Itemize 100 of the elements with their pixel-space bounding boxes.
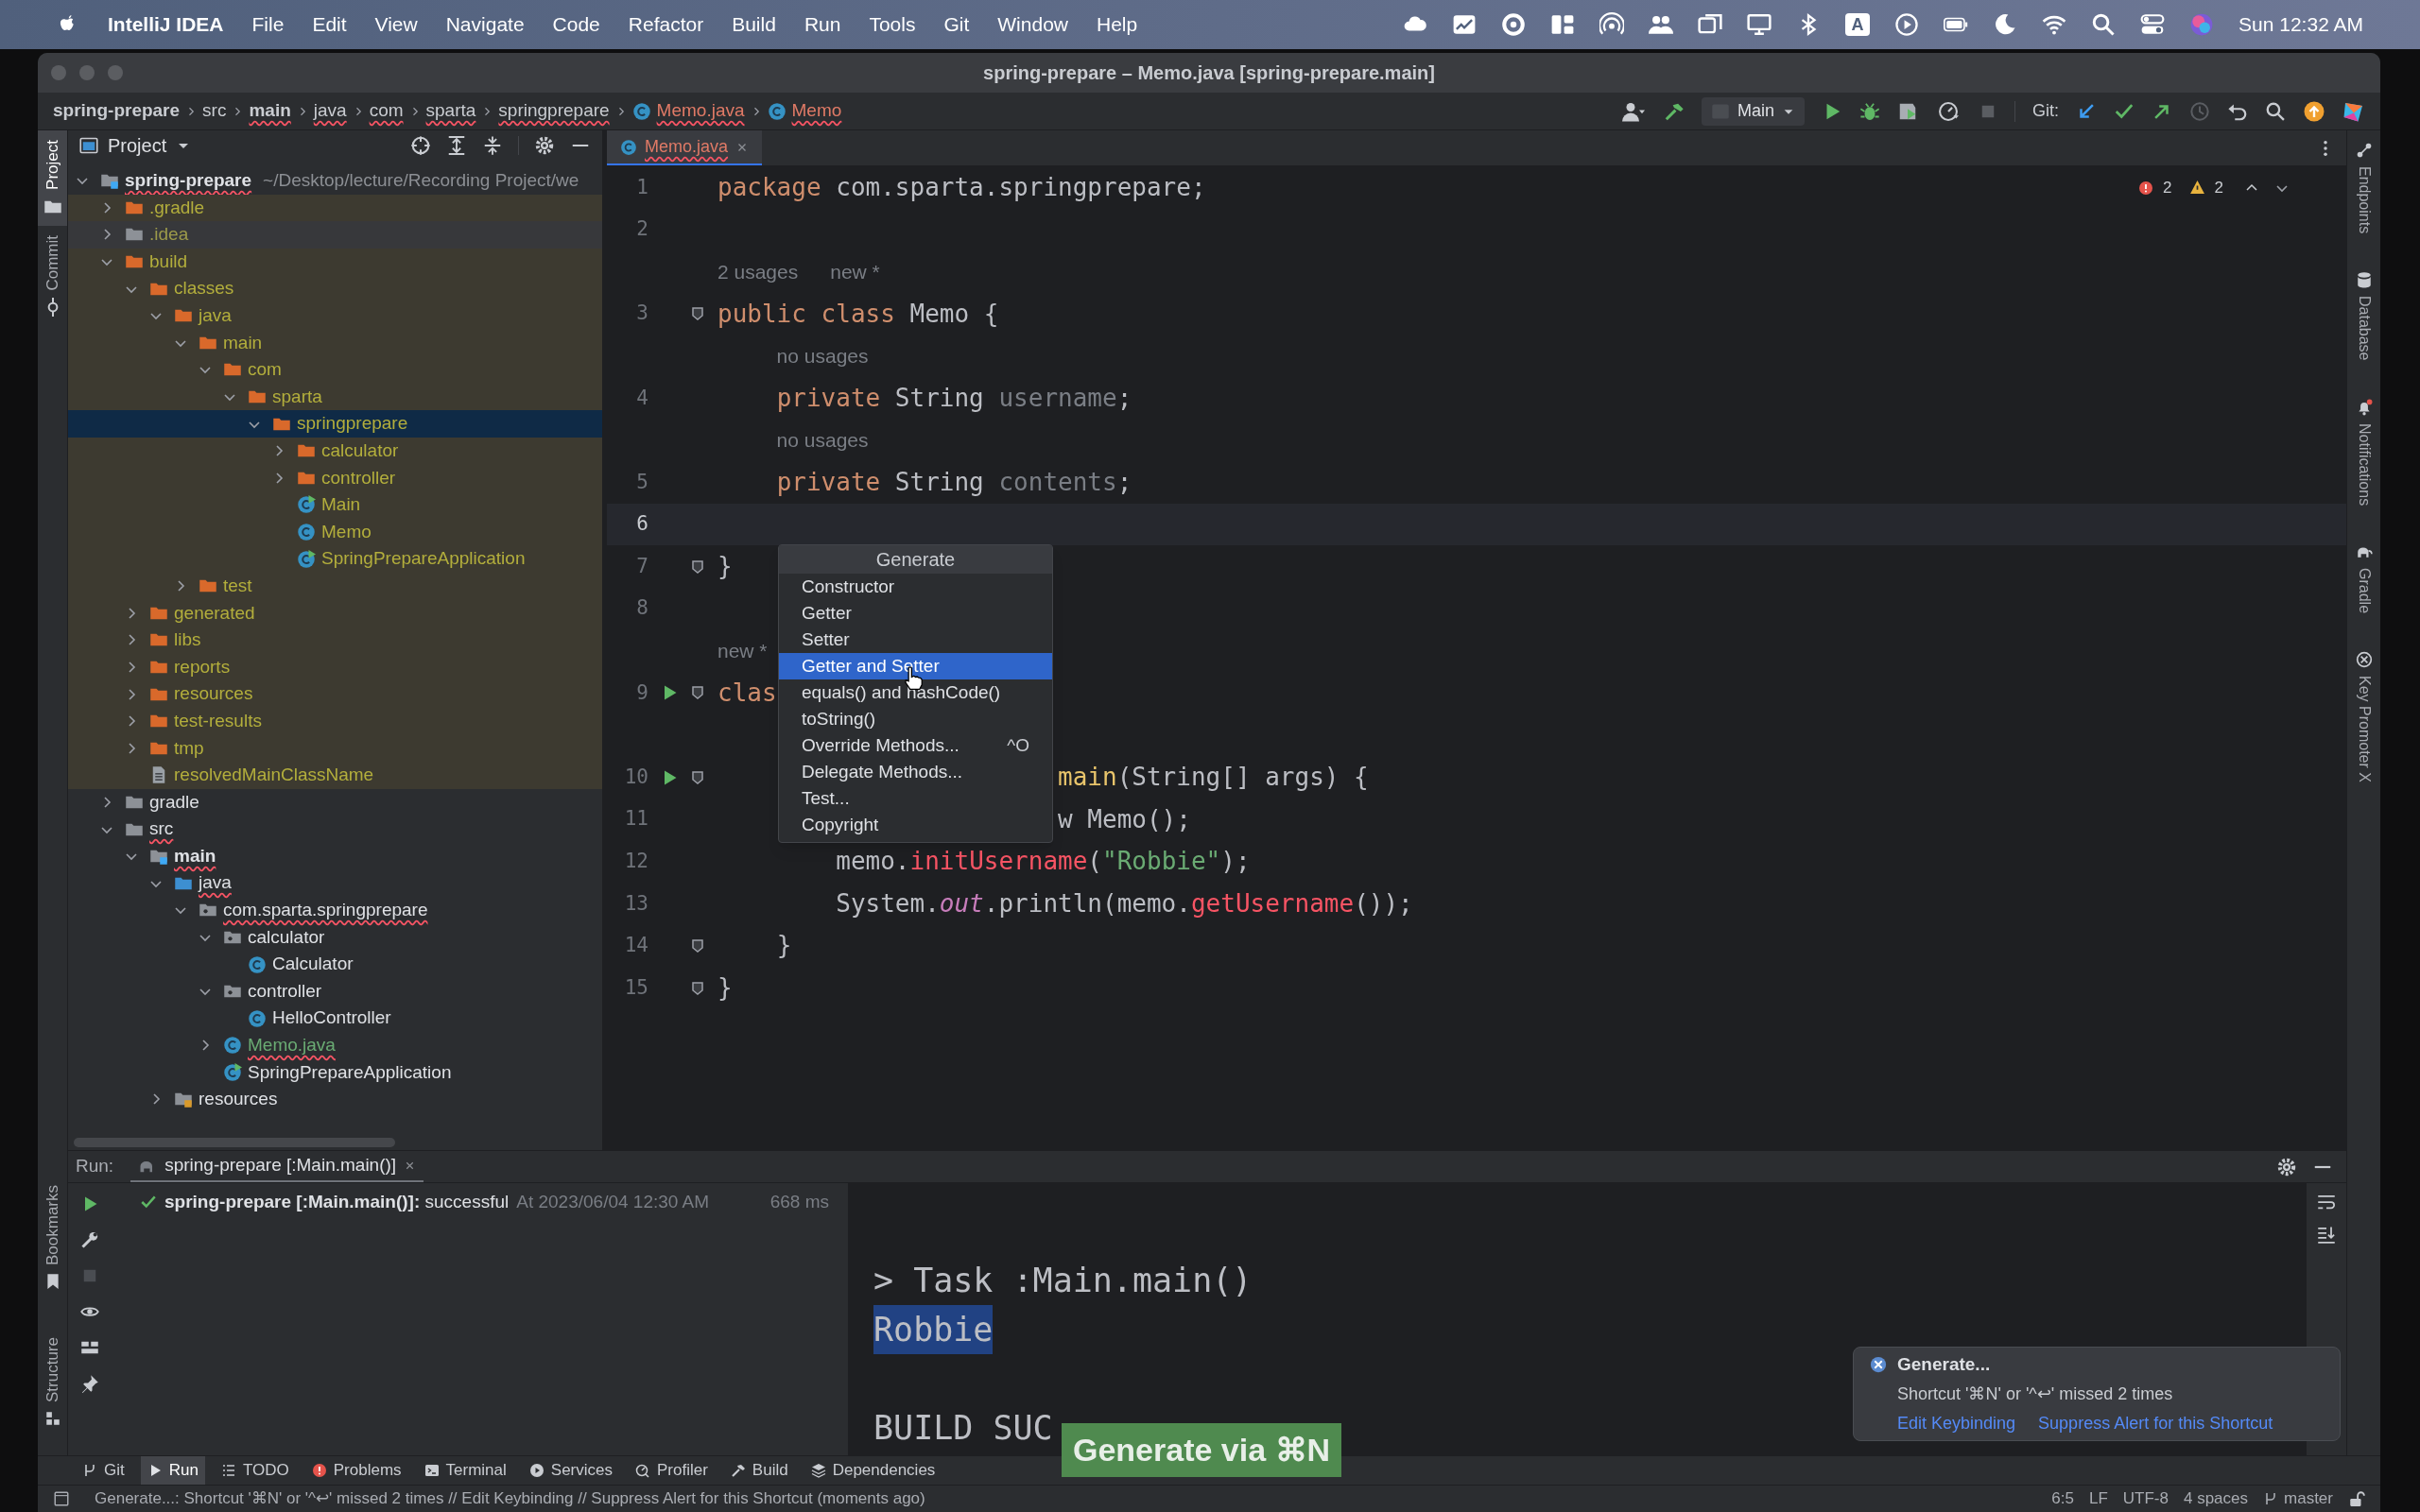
- line-separator[interactable]: LF: [2088, 1486, 2108, 1511]
- tool-window-tab[interactable]: Endpoints: [2352, 142, 2376, 234]
- popup-item[interactable]: Constructor: [779, 574, 1052, 600]
- popup-item[interactable]: Getter and Setter: [779, 653, 1052, 679]
- usage-hint[interactable]: no usages: [776, 425, 869, 455]
- search-icon[interactable]: [2265, 100, 2286, 122]
- tool-window-tab[interactable]: Commit: [38, 225, 67, 327]
- tool-window-button[interactable]: Problems: [304, 1456, 408, 1485]
- collapse-all-icon[interactable]: [482, 135, 503, 156]
- popup-item[interactable]: Override Methods... ^O: [779, 732, 1052, 759]
- tree-item[interactable]: .gradle: [68, 194, 602, 222]
- tree-item[interactable]: springprepare: [68, 410, 602, 438]
- popup-item[interactable]: toString(): [779, 706, 1052, 732]
- notification-link[interactable]: Edit Keybinding: [1897, 1411, 2016, 1437]
- tree-item[interactable]: test: [68, 572, 602, 600]
- panels-icon[interactable]: [1550, 12, 1576, 37]
- broadcast-icon[interactable]: [1599, 12, 1625, 37]
- tool-window-tab[interactable]: Structure: [38, 1328, 67, 1436]
- menu-item[interactable]: Code: [552, 9, 600, 40]
- toggles-icon[interactable]: [2140, 12, 2166, 37]
- tree-item[interactable]: Calculator: [68, 951, 602, 978]
- tool-window-button[interactable]: Profiler: [629, 1456, 715, 1485]
- tool-window-button[interactable]: Run: [140, 1456, 205, 1485]
- popup-item[interactable]: Getter: [779, 600, 1052, 627]
- tree-item[interactable]: src: [68, 816, 602, 843]
- tree-item[interactable]: controller: [68, 464, 602, 492]
- expand-all-icon[interactable]: [446, 135, 467, 156]
- tree-item[interactable]: tmp: [68, 734, 602, 763]
- menu-item[interactable]: Git: [943, 9, 970, 40]
- menu-item[interactable]: Edit: [312, 9, 347, 40]
- usage-hint[interactable]: 2 usages: [717, 256, 799, 287]
- tool-window-button[interactable]: Dependencies: [804, 1456, 942, 1485]
- tree-item[interactable]: sparta: [68, 383, 602, 411]
- search-icon[interactable]: [2091, 12, 2117, 37]
- run-tab[interactable]: spring-prepare [:Main.main()]: [130, 1151, 424, 1182]
- usage-hint[interactable]: new *: [830, 256, 880, 287]
- popup-item[interactable]: equals() and hashCode(): [779, 679, 1052, 706]
- breadcrumb[interactable]: Memo.java: [656, 97, 745, 125]
- tree-item[interactable]: main: [68, 329, 602, 357]
- breadcrumb[interactable]: com: [369, 97, 404, 125]
- project-view-dropdown[interactable]: Project: [79, 131, 192, 160]
- play-circle-icon[interactable]: [1894, 12, 1920, 37]
- pin-icon[interactable]: [80, 1374, 99, 1393]
- tree-item[interactable]: resources: [68, 680, 602, 708]
- run-configuration-dropdown[interactable]: Main: [1701, 96, 1805, 126]
- tree-item[interactable]: Main: [68, 491, 602, 519]
- tree-item[interactable]: java: [68, 869, 602, 898]
- soft-wrap-icon[interactable]: [2317, 1193, 2336, 1211]
- settings-icon[interactable]: [2276, 1156, 2297, 1177]
- menu-item[interactable]: Window: [997, 9, 1068, 40]
- tree-item[interactable]: gradle: [68, 788, 602, 816]
- tree-item[interactable]: reports: [68, 653, 602, 681]
- tree-item[interactable]: SpringPrepareApplication: [68, 1058, 602, 1087]
- scroll-to-end-icon[interactable]: [2317, 1225, 2336, 1244]
- tree-item[interactable]: spring-prepare ~/Desktop/lecture/Recording Project/we: [68, 167, 602, 195]
- breadcrumb[interactable]: src: [202, 97, 227, 125]
- ring-icon[interactable]: [1501, 12, 1527, 37]
- notification-link[interactable]: Suppress Alert for this Shortcut: [2038, 1411, 2273, 1437]
- bug-icon[interactable]: [1859, 100, 1880, 122]
- tree-item[interactable]: controller: [68, 977, 602, 1005]
- tree-item[interactable]: libs: [68, 627, 602, 654]
- tool-window-tab[interactable]: Database: [2352, 271, 2376, 361]
- tool-window-button[interactable]: Build: [723, 1456, 795, 1485]
- tree-item[interactable]: .idea: [68, 221, 602, 249]
- fold-icon[interactable]: [690, 558, 705, 575]
- menu-item[interactable]: File: [251, 9, 285, 40]
- menu-item[interactable]: Build: [732, 9, 776, 40]
- fold-icon[interactable]: [690, 980, 705, 996]
- tool-window-tab[interactable]: Key Promoter X: [2352, 650, 2376, 782]
- tree-item[interactable]: build: [68, 248, 602, 276]
- horizontal-scrollbar[interactable]: [74, 1138, 395, 1147]
- settings-icon[interactable]: [534, 135, 555, 156]
- menu-item[interactable]: Refactor: [628, 9, 704, 40]
- wrench-icon[interactable]: [80, 1230, 99, 1249]
- breadcrumb[interactable]: java: [313, 97, 347, 125]
- locate-icon[interactable]: [410, 135, 431, 156]
- tree-item[interactable]: calculator: [68, 923, 602, 952]
- tool-window-button[interactable]: TODO: [214, 1456, 296, 1485]
- fold-icon[interactable]: [690, 306, 705, 322]
- breadcrumb[interactable]: Memo: [791, 97, 842, 125]
- menu-item[interactable]: Run: [804, 9, 841, 40]
- popup-item[interactable]: Delegate Methods...: [779, 759, 1052, 785]
- tree-item[interactable]: resolvedMainClassName: [68, 762, 602, 789]
- file-encoding[interactable]: UTF-8: [2122, 1486, 2169, 1511]
- branch-widget[interactable]: master: [2263, 1486, 2333, 1511]
- warning-icon[interactable]: [2188, 180, 2205, 197]
- app-menu[interactable]: IntelliJ IDEA: [108, 9, 224, 40]
- menu-item[interactable]: Navigate: [445, 9, 525, 40]
- tree-item[interactable]: java: [68, 301, 602, 330]
- fold-icon[interactable]: [690, 685, 705, 701]
- tree-item[interactable]: HelloController: [68, 1005, 602, 1032]
- tree-item[interactable]: calculator: [68, 437, 602, 465]
- status-message[interactable]: Generate...: Shortcut '⌘N' or '^↩' missed 2 times // Edit Keybinding // Suppress Alert for this Shortcut (moments ago): [95, 1486, 925, 1511]
- usage-hint[interactable]: no usages: [776, 340, 869, 371]
- indent-setting[interactable]: 4 spaces: [2184, 1486, 2249, 1511]
- tree-item[interactable]: SpringPrepareApplication: [68, 545, 602, 573]
- error-icon[interactable]: [2138, 180, 2154, 196]
- tool-window-tab[interactable]: Project: [38, 130, 67, 226]
- popup-item[interactable]: Setter: [779, 627, 1052, 653]
- menu-item[interactable]: View: [374, 9, 418, 40]
